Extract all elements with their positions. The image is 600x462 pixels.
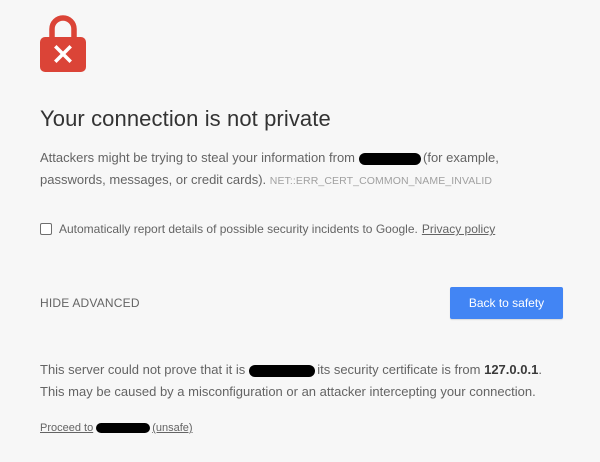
hide-advanced-button[interactable]: HIDE ADVANCED — [40, 296, 140, 310]
warning-message: Attackers might be trying to steal your … — [40, 147, 540, 192]
details-text-before: This server could not prove that it is — [40, 362, 246, 377]
redacted-hostname — [96, 423, 151, 433]
report-checkbox[interactable] — [40, 223, 52, 235]
details-message: This server could not prove that it is it… — [40, 359, 560, 403]
proceed-link[interactable]: Proceed to (unsafe) — [40, 422, 193, 434]
redacted-hostname — [359, 152, 422, 165]
report-label[interactable]: Automatically report details of possible… — [59, 222, 418, 236]
details-text-middle: its security certificate is from — [317, 362, 481, 377]
warning-text-before: Attackers might be trying to steal your … — [40, 150, 356, 165]
page-title: Your connection is not private — [40, 106, 331, 131]
lock-error-icon — [40, 15, 86, 72]
error-code[interactable]: NET::ERR_CERT_COMMON_NAME_INVALID — [270, 175, 492, 187]
proceed-suffix[interactable]: (unsafe) — [152, 422, 192, 434]
issuer-ip: 127.0.0.1 — [484, 362, 539, 377]
privacy-policy-link[interactable]: Privacy policy — [422, 222, 495, 236]
back-to-safety-button[interactable]: Back to safety — [450, 287, 563, 319]
proceed-prefix[interactable]: Proceed to — [40, 422, 93, 434]
report-option: Automatically report details of possible… — [40, 222, 495, 236]
redacted-hostname — [249, 364, 316, 377]
